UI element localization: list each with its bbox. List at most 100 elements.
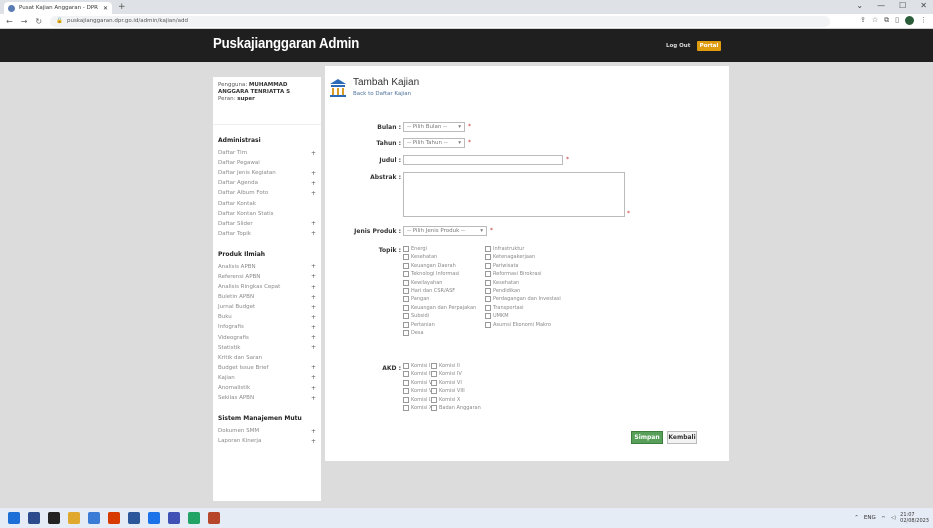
sidebar-item[interactable]: Sekilas APBN + bbox=[213, 393, 321, 403]
akd-checkbox[interactable]: Komisi III bbox=[403, 371, 433, 378]
brand-title[interactable]: Puskajianggaran Admin bbox=[213, 35, 359, 52]
checkbox-box[interactable] bbox=[403, 304, 409, 311]
windows-start-icon[interactable] bbox=[8, 512, 20, 524]
checkbox-box[interactable] bbox=[403, 405, 409, 411]
menu-icon[interactable]: ⋮ bbox=[920, 16, 927, 25]
checkbox-box[interactable] bbox=[431, 363, 437, 369]
reload-icon[interactable]: ↻ bbox=[35, 17, 42, 26]
sidebar-item[interactable]: Daftar Kontak bbox=[213, 198, 321, 208]
checkbox-box[interactable] bbox=[403, 363, 409, 369]
topic-checkbox[interactable]: Teknologi Informasi bbox=[403, 271, 459, 278]
checkbox-box[interactable] bbox=[485, 304, 491, 311]
sidebar-item[interactable]: Laporan Kinerja + bbox=[213, 436, 321, 446]
file-explorer-icon[interactable] bbox=[68, 512, 80, 524]
sidebar-item[interactable]: Videografis + bbox=[213, 333, 321, 343]
topic-checkbox[interactable]: UMKM bbox=[485, 313, 509, 320]
save-button[interactable]: Simpan bbox=[631, 431, 663, 444]
checkbox-box[interactable] bbox=[431, 379, 437, 386]
sidebar-item[interactable]: Kajian + bbox=[213, 373, 321, 383]
maximize-icon[interactable]: ☐ bbox=[899, 1, 906, 10]
sidebar-item[interactable]: Budget Issue Brief + bbox=[213, 363, 321, 373]
search-icon[interactable] bbox=[28, 512, 40, 524]
sidebar-item[interactable]: Kritik dan Saran bbox=[213, 353, 321, 363]
checkbox-box[interactable] bbox=[403, 288, 409, 294]
sidebar-item[interactable]: Daftar Album Foto + bbox=[213, 188, 321, 198]
checkbox-box[interactable] bbox=[403, 254, 409, 261]
checkbox-box[interactable] bbox=[403, 330, 409, 336]
sidebar-item[interactable]: Daftar Agenda + bbox=[213, 178, 321, 188]
akd-checkbox[interactable]: Komisi IV bbox=[431, 371, 462, 378]
add-icon[interactable]: + bbox=[311, 385, 316, 392]
judul-input[interactable] bbox=[403, 155, 563, 165]
topic-checkbox[interactable]: Kewilayahan bbox=[403, 279, 442, 286]
close-tab-icon[interactable]: ✕ bbox=[103, 5, 108, 12]
add-icon[interactable]: + bbox=[311, 304, 316, 311]
share-icon[interactable]: ⇪ bbox=[860, 16, 866, 25]
sidebar-item[interactable]: Daftar Pegawai bbox=[213, 158, 321, 168]
topic-checkbox[interactable]: Desa bbox=[403, 330, 424, 336]
add-icon[interactable]: + bbox=[311, 273, 316, 280]
sidepanel-icon[interactable]: ▯ bbox=[895, 16, 899, 25]
topic-checkbox[interactable]: Pariwisata bbox=[485, 262, 518, 269]
checkbox-box[interactable] bbox=[485, 313, 491, 320]
checkbox-box[interactable] bbox=[403, 313, 409, 320]
checkbox-box[interactable] bbox=[485, 271, 491, 278]
add-icon[interactable]: + bbox=[311, 284, 316, 291]
add-icon[interactable]: + bbox=[311, 190, 316, 197]
add-icon[interactable]: + bbox=[311, 324, 316, 331]
add-icon[interactable]: + bbox=[311, 220, 316, 227]
word-icon[interactable] bbox=[128, 512, 140, 524]
checkbox-box[interactable] bbox=[485, 254, 491, 261]
akd-checkbox[interactable]: Badan Anggaran bbox=[431, 405, 481, 411]
sidebar-item[interactable]: Daftar Jenis Kegiatan + bbox=[213, 168, 321, 178]
bulan-select[interactable]: -- Pilih Bulan -- ▾ bbox=[403, 122, 465, 132]
checkbox-box[interactable] bbox=[431, 405, 437, 411]
sidebar-item[interactable]: Dokumen SMM + bbox=[213, 426, 321, 436]
sidebar-item[interactable]: Daftar Tim + bbox=[213, 148, 321, 158]
add-icon[interactable]: + bbox=[311, 334, 316, 341]
extensions-icon[interactable]: ⧉ bbox=[884, 16, 889, 25]
add-icon[interactable]: + bbox=[311, 263, 316, 270]
volume-icon[interactable]: ◁ bbox=[891, 515, 895, 521]
checkbox-box[interactable] bbox=[403, 371, 409, 378]
topic-checkbox[interactable]: Keuangan Daerah bbox=[403, 262, 456, 269]
checkbox-box[interactable] bbox=[485, 279, 491, 286]
checkbox-box[interactable] bbox=[485, 288, 491, 294]
checkbox-box[interactable] bbox=[485, 246, 491, 252]
back-to-list-link[interactable]: Back to Daftar Kajian bbox=[353, 91, 411, 97]
akd-checkbox[interactable]: Komisi V bbox=[403, 379, 432, 386]
sidebar-item[interactable]: Buletin APBN + bbox=[213, 292, 321, 302]
checkbox-box[interactable] bbox=[403, 246, 409, 252]
close-window-icon[interactable]: ✕ bbox=[920, 1, 927, 10]
add-icon[interactable]: + bbox=[311, 294, 316, 301]
topic-checkbox[interactable]: Pertanian bbox=[403, 321, 435, 328]
sidebar-item[interactable]: Daftar Kontan Statis bbox=[213, 209, 321, 219]
mail-icon[interactable] bbox=[168, 512, 180, 524]
checkbox-box[interactable] bbox=[485, 321, 491, 328]
akd-checkbox[interactable]: Komisi X bbox=[431, 396, 460, 403]
add-icon[interactable]: + bbox=[311, 314, 316, 321]
profile-avatar[interactable] bbox=[905, 16, 914, 25]
add-icon[interactable]: + bbox=[311, 395, 316, 402]
topic-checkbox[interactable]: Pangan bbox=[403, 296, 429, 303]
sidebar-item[interactable]: Daftar Slider + bbox=[213, 219, 321, 229]
topic-checkbox[interactable]: Kesehatan bbox=[485, 279, 519, 286]
topic-checkbox[interactable]: Kesehatan bbox=[403, 254, 437, 261]
abstrak-textarea[interactable] bbox=[403, 172, 625, 217]
add-icon[interactable]: + bbox=[311, 374, 316, 381]
task-view-icon[interactable] bbox=[48, 512, 60, 524]
topic-checkbox[interactable]: Pendidikan bbox=[485, 288, 520, 294]
edge-icon[interactable] bbox=[88, 512, 100, 524]
sidebar-item[interactable]: Daftar Topik + bbox=[213, 229, 321, 239]
checkbox-box[interactable] bbox=[403, 321, 409, 328]
akd-checkbox[interactable]: Komisi VIII bbox=[431, 388, 465, 395]
add-icon[interactable]: + bbox=[311, 230, 316, 237]
checkbox-box[interactable] bbox=[403, 388, 409, 395]
network-icon[interactable]: ⌔ bbox=[881, 515, 886, 522]
forward-arrow-icon[interactable]: → bbox=[21, 17, 28, 26]
akd-checkbox[interactable]: Komisi XI bbox=[403, 405, 434, 411]
topic-checkbox[interactable]: Subsidi bbox=[403, 313, 429, 320]
sidebar-item[interactable]: Buku + bbox=[213, 312, 321, 322]
back-button[interactable]: Kembali bbox=[667, 431, 697, 444]
checkbox-box[interactable] bbox=[403, 271, 409, 278]
